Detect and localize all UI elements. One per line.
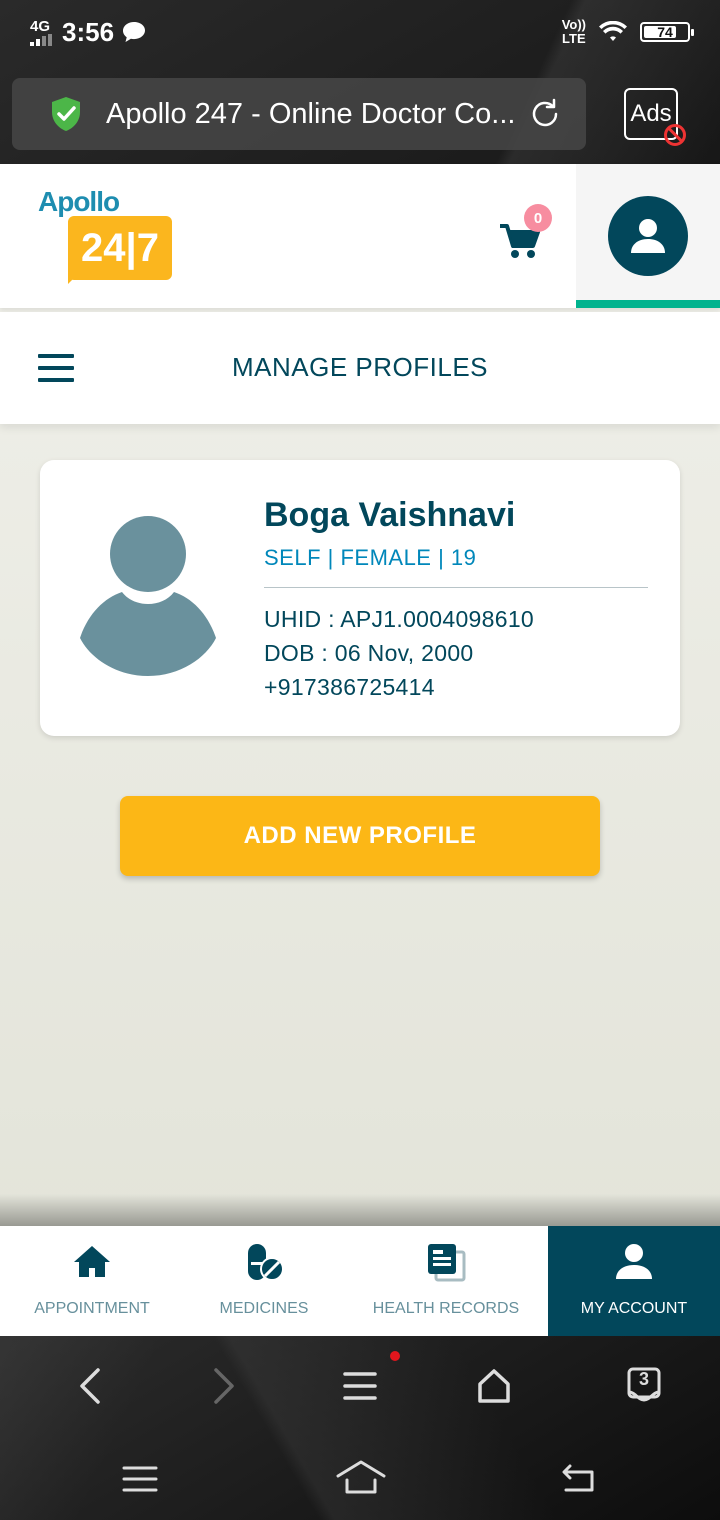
site-header: Apollo 24|7 0 [0,164,720,308]
system-back-icon[interactable] [560,1464,598,1494]
logo-247-box: 24|7 [68,216,172,280]
account-tab[interactable] [576,164,720,308]
web-page: Apollo 24|7 0 MANAGE PROFILES Boga Vaish… [0,164,720,1336]
block-icon [664,124,686,146]
network-type: 4G [30,17,51,35]
footer-shadow [0,1194,720,1228]
profile-card[interactable]: Boga Vaishnavi SELF | FEMALE | 19 UHID :… [40,460,680,736]
profile-meta: SELF | FEMALE | 19 [264,545,477,570]
app-bottom-nav: APPOINTMENT MEDICINES HEALTH RECORDS MY … [0,1226,720,1336]
system-nav-bar [0,1436,720,1520]
page-title: MANAGE PROFILES [232,352,488,382]
battery-level: 74 [657,24,673,40]
clock: 3:56 [62,16,115,47]
divider [264,587,648,588]
forward-icon[interactable] [204,1366,244,1406]
nav-label-my-account: MY ACCOUNT [580,1300,688,1317]
profile-phone: +917386725414 [264,674,435,700]
nav-item-appointment[interactable]: APPOINTMENT [0,1226,184,1336]
page-title-url: Apollo 247 - Online Doctor Co... [106,97,514,130]
battery-icon: 74 [640,22,694,42]
profile-uhid: UHID : APJ1.0004098610 [264,606,534,632]
system-home-icon[interactable] [334,1458,388,1496]
notification-dot [390,1351,400,1361]
profile-info: Boga Vaishnavi SELF | FEMALE | 19 UHID :… [264,496,648,704]
browser-toolbar: 3 [0,1336,720,1436]
logo-247-text: 24|7 [81,225,159,270]
profile-avatar-icon [80,516,216,676]
nav-label-medicines: MEDICINES [219,1300,309,1317]
add-new-profile-button[interactable]: ADD NEW PROFILE [120,796,600,876]
cart-count-badge: 0 [524,204,552,232]
menu-icon[interactable] [340,1366,380,1406]
home-icon [74,1246,110,1277]
url-bar[interactable]: Apollo 247 - Online Doctor Co... [12,78,586,150]
avatar [608,196,688,276]
user-icon [631,219,665,253]
nav-item-medicines[interactable]: MEDICINES [184,1226,344,1336]
records-icon [428,1244,466,1282]
home-icon[interactable] [474,1366,514,1406]
nav-item-health-records[interactable]: HEALTH RECORDS [344,1226,548,1336]
status-bar: 4G 3:56 Vo)) LTE 74 [0,0,720,64]
sub-header: MANAGE PROFILES [0,312,720,424]
volte-indicator: Vo)) LTE [561,16,586,46]
back-icon[interactable] [70,1366,110,1406]
profile-dob: DOB : 06 Nov, 2000 [264,640,474,666]
logo-apollo-text: Apollo [38,186,120,217]
shield-check-icon [52,97,80,131]
tabs-button[interactable]: 3 [624,1366,664,1406]
signal-icon [30,33,52,46]
nav-item-my-account[interactable]: MY ACCOUNT [548,1226,720,1336]
user-icon [616,1244,652,1279]
ad-block-button[interactable]: Ads [624,88,686,146]
tab-count: 3 [638,1369,649,1389]
wifi-icon [599,21,627,41]
apollo-logo[interactable]: Apollo 24|7 [38,186,178,288]
ads-label: Ads [630,100,672,127]
nav-label-appointment: APPOINTMENT [34,1300,150,1317]
reload-icon[interactable] [528,97,562,131]
chat-icon [123,22,146,42]
nav-label-health-records: HEALTH RECORDS [372,1300,520,1317]
profile-name: Boga Vaishnavi [264,496,516,534]
recents-icon[interactable] [122,1464,158,1494]
pill-icon [248,1244,284,1281]
